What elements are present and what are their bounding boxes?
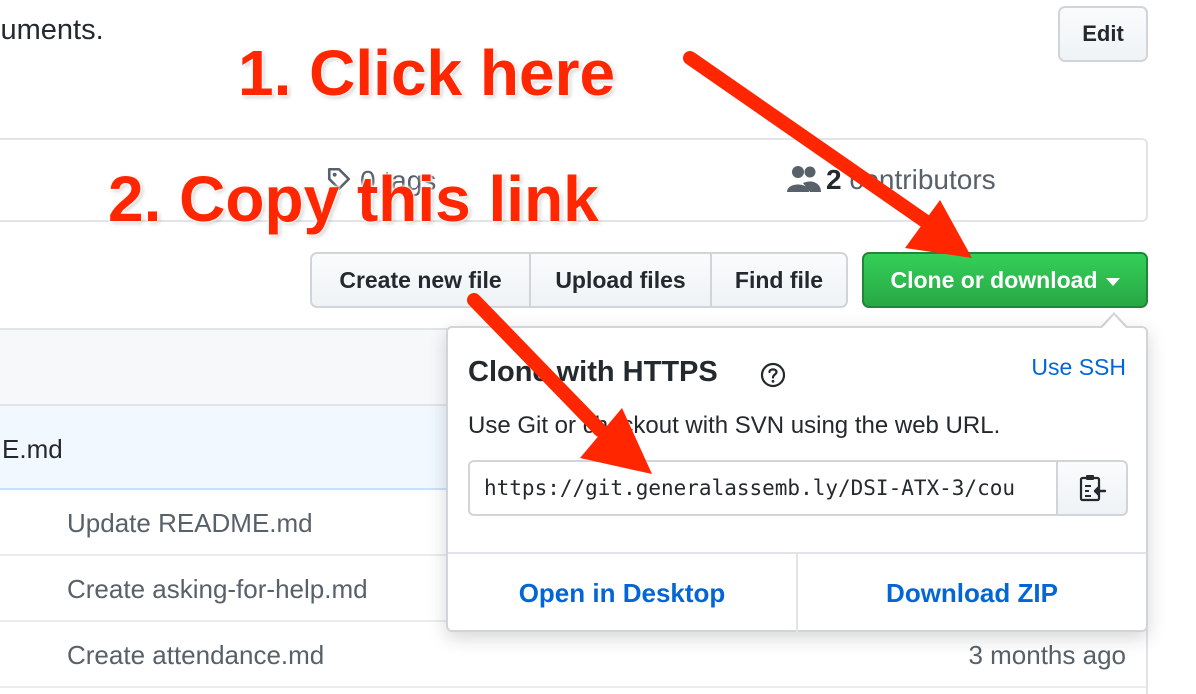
annotation-step-1: 1. Click here bbox=[238, 37, 616, 109]
clone-or-download-label: Clone or download bbox=[890, 266, 1098, 293]
commit-age: 3 months ago bbox=[968, 640, 1126, 670]
annotation-step-2: 2. Copy this link bbox=[108, 163, 599, 235]
contributors-count: 2 bbox=[826, 164, 842, 195]
people-icon bbox=[787, 166, 821, 192]
commit-message[interactable]: Create asking-for-help.md bbox=[67, 574, 368, 605]
contributors-link[interactable]: 2 contributors bbox=[826, 164, 996, 196]
use-ssh-link[interactable]: Use SSH bbox=[1031, 354, 1126, 381]
clone-dropdown-footer: Open in Desktop Download ZIP bbox=[448, 552, 1146, 632]
copy-to-clipboard-button[interactable] bbox=[1056, 460, 1128, 516]
contributors-label: contributors bbox=[849, 164, 996, 195]
upload-files-button[interactable]: Upload files bbox=[529, 252, 712, 308]
clipboard-icon bbox=[1079, 475, 1107, 502]
repo-description: cuments. bbox=[0, 14, 104, 46]
create-new-file-button[interactable]: Create new file bbox=[310, 252, 531, 308]
clone-dropdown: Clone with HTTPS Use SSH Use Git or chec… bbox=[446, 326, 1148, 632]
find-file-button[interactable]: Find file bbox=[710, 252, 848, 308]
clone-or-download-button[interactable]: Clone or download bbox=[862, 252, 1148, 308]
dropdown-pointer-inner bbox=[1102, 315, 1126, 328]
question-icon[interactable] bbox=[760, 362, 786, 388]
edit-description-button[interactable]: Edit bbox=[1058, 6, 1148, 62]
file-actions-group: Create new file Upload files Find file bbox=[310, 252, 848, 308]
download-zip-button[interactable]: Download ZIP bbox=[798, 554, 1146, 632]
caret-down-icon bbox=[1105, 277, 1120, 286]
commit-message[interactable]: Create attendance.md bbox=[67, 640, 324, 671]
open-in-desktop-button[interactable]: Open in Desktop bbox=[448, 554, 798, 632]
commit-message[interactable]: Update README.md bbox=[67, 508, 313, 539]
clone-description: Use Git or checkout with SVN using the w… bbox=[468, 412, 1001, 439]
clone-dropdown-title: Clone with HTTPS bbox=[468, 356, 718, 388]
clone-url-input[interactable]: https://git.generalassemb.ly/DSI-ATX-3/c… bbox=[468, 460, 1058, 516]
file-name[interactable]: E.md bbox=[2, 434, 63, 465]
